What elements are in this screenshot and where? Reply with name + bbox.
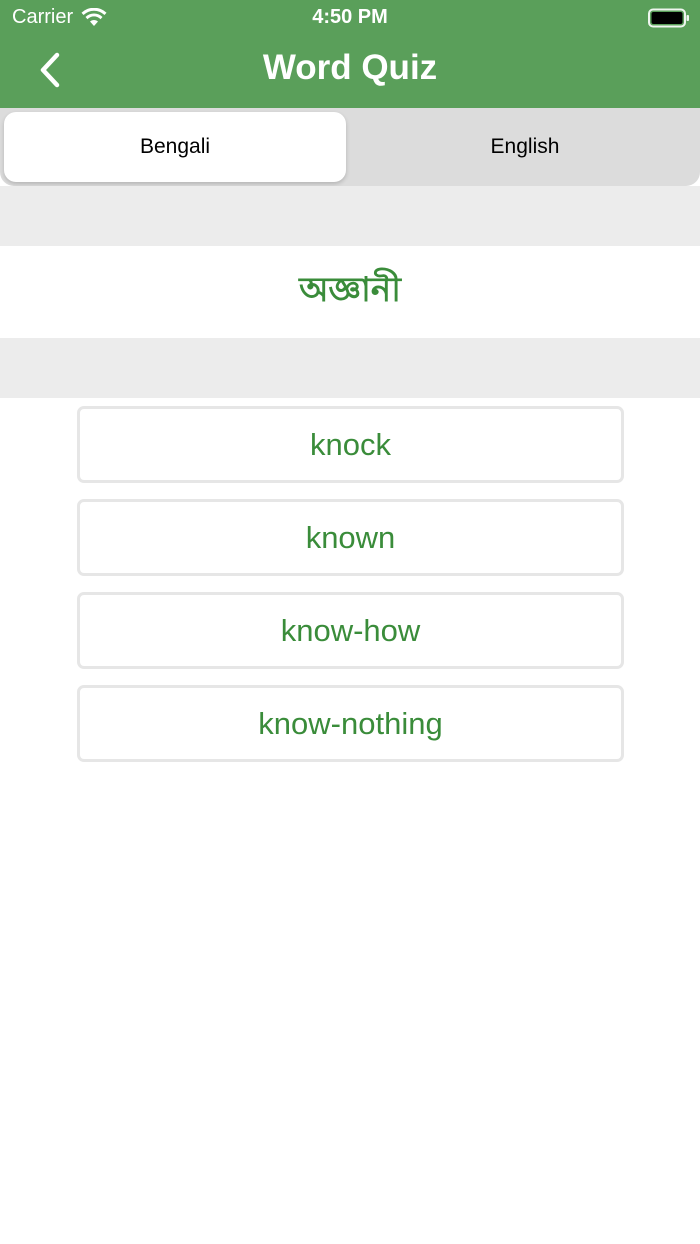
status-bar: Carrier 4:50 PM: [0, 0, 700, 36]
option-button-known[interactable]: known: [77, 499, 624, 576]
spacer-band-top: [0, 186, 700, 246]
segment-bengali[interactable]: Bengali: [4, 112, 346, 182]
word-quiz-screen: Carrier 4:50 PM Word Quiz Bengali Englis…: [0, 0, 700, 1244]
language-segmented-control: Bengali English: [0, 108, 700, 186]
option-button-know-nothing[interactable]: know-nothing: [77, 685, 624, 762]
option-button-knock[interactable]: knock: [77, 406, 624, 483]
segment-english[interactable]: English: [354, 112, 696, 182]
spacer-band-bottom: [0, 338, 700, 398]
navigation-bar: Word Quiz: [0, 36, 700, 108]
header: Carrier 4:50 PM Word Quiz: [0, 0, 700, 108]
question-row: অজ্ঞানী: [0, 246, 700, 338]
option-button-know-how[interactable]: know-how: [77, 592, 624, 669]
question-word: অজ্ঞানী: [299, 269, 401, 310]
page-title: Word Quiz: [262, 48, 438, 87]
battery-icon: [648, 8, 689, 28]
answer-options: knock known know-how know-nothing: [77, 406, 624, 778]
status-time: 4:50 PM: [312, 6, 388, 28]
